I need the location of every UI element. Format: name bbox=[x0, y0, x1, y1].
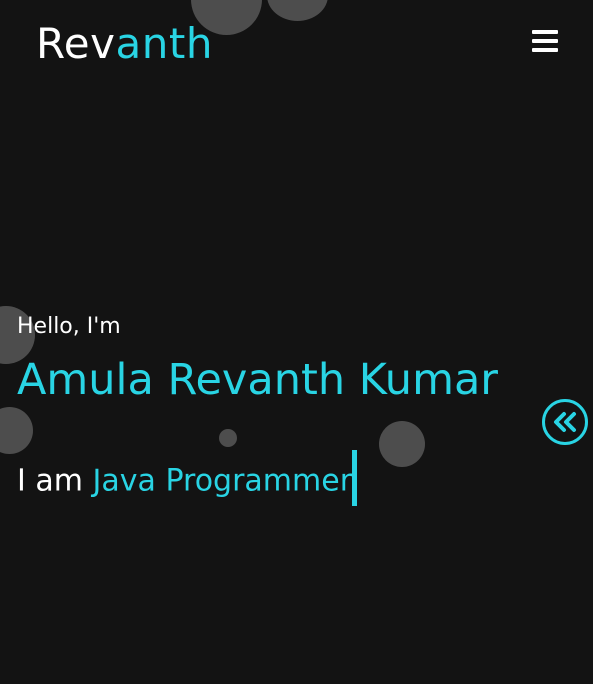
hero-name: Amula Revanth Kumar bbox=[17, 355, 498, 405]
hero-greeting: Hello, I'm bbox=[17, 314, 121, 339]
decorative-bubble bbox=[379, 421, 425, 467]
menu-bar bbox=[532, 48, 558, 52]
decorative-bubble bbox=[267, 0, 328, 21]
menu-bar bbox=[532, 30, 558, 34]
hamburger-menu-icon[interactable] bbox=[532, 30, 560, 56]
menu-bar bbox=[532, 39, 558, 43]
logo-text-accent: anth bbox=[115, 19, 213, 68]
double-chevron-left-icon bbox=[554, 412, 576, 432]
typing-cursor bbox=[352, 450, 358, 506]
role-typed-text: Java Programmer bbox=[92, 463, 353, 499]
logo-text-primary: Rev bbox=[36, 19, 116, 68]
role-prefix: I am bbox=[17, 463, 83, 499]
decorative-bubble bbox=[0, 407, 33, 454]
decorative-bubble bbox=[219, 429, 237, 447]
hero-role-line: I am Java Programmer bbox=[17, 450, 358, 510]
side-panel-toggle-button[interactable] bbox=[542, 399, 588, 445]
site-logo[interactable]: Revanth bbox=[36, 18, 213, 70]
